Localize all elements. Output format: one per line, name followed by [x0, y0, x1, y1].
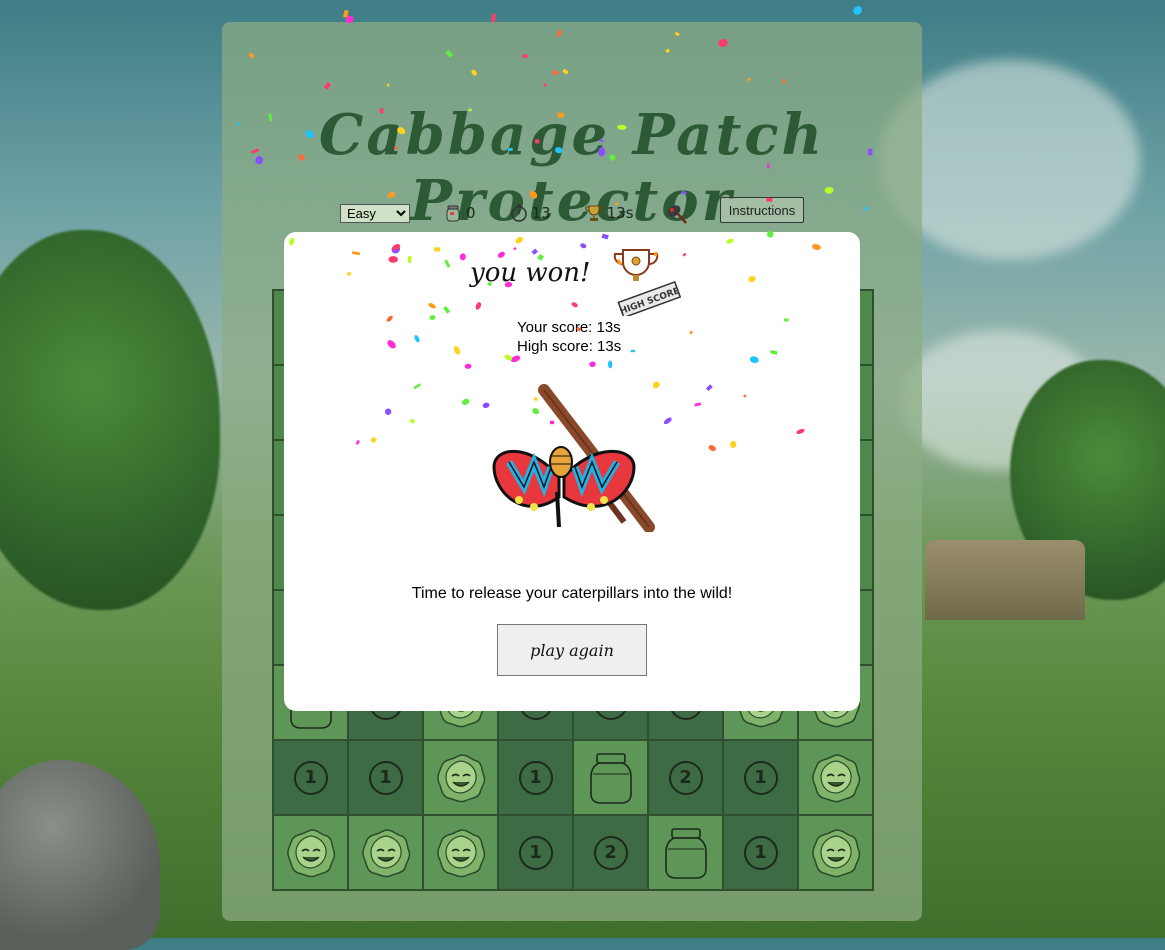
- modal-title: you won!: [470, 258, 591, 288]
- number-cell[interactable]: 2: [573, 815, 648, 890]
- jar-counter: 0: [444, 204, 476, 222]
- release-message: Time to release your caterpillars into t…: [411, 585, 733, 602]
- jar-icon: [664, 827, 707, 879]
- cabbage-cell[interactable]: [423, 815, 498, 890]
- adjacent-count: 1: [743, 760, 778, 795]
- adjacent-count: 1: [518, 760, 553, 795]
- number-cell[interactable]: 1: [498, 815, 573, 890]
- number-cell[interactable]: 1: [723, 815, 798, 890]
- difficulty-select[interactable]: Easy: [340, 203, 410, 223]
- jar-icon: [589, 752, 632, 804]
- cabbage-icon: [361, 828, 410, 877]
- cabbage-cell[interactable]: [423, 740, 498, 815]
- cabbage-icon: [436, 753, 485, 802]
- background-rock: [0, 760, 160, 950]
- adjacent-count: 1: [368, 760, 403, 795]
- cabbage-cell[interactable]: [273, 815, 348, 890]
- background-tree: [1010, 360, 1165, 600]
- cabbage-cell[interactable]: [348, 815, 423, 890]
- number-cell[interactable]: 1: [498, 740, 573, 815]
- net-icon[interactable]: [664, 201, 688, 225]
- adjacent-count: 1: [293, 760, 328, 795]
- timer-value: 13: [531, 204, 551, 222]
- background-hut: [925, 540, 1085, 620]
- background-cloud: [900, 330, 1100, 470]
- number-cell[interactable]: 1: [273, 740, 348, 815]
- adjacent-count: 2: [593, 835, 628, 870]
- confetti-piece: [853, 6, 862, 15]
- high-score: High score: 13s: [517, 338, 622, 355]
- cabbage-icon: [811, 828, 860, 877]
- stopwatch-icon: [510, 204, 527, 222]
- best-time: 13s: [584, 204, 634, 222]
- cabbage-icon: [286, 828, 335, 877]
- timer: 13: [510, 204, 551, 222]
- jar-cell[interactable]: [648, 815, 723, 890]
- adjacent-count: 1: [743, 835, 778, 870]
- win-modal: you won! HIGH SCORE Your score: 13s High…: [284, 232, 860, 711]
- butterfly-illustration: [492, 384, 655, 532]
- jar-icon: [446, 205, 460, 222]
- cabbage-icon: [436, 828, 485, 877]
- score-summary: Your score: 13s High score: 13s: [517, 318, 621, 356]
- background-tree: [0, 230, 220, 610]
- jar-cell[interactable]: [573, 740, 648, 815]
- instructions-button[interactable]: Instructions: [720, 197, 804, 223]
- cabbage-cell[interactable]: [798, 815, 873, 890]
- number-cell[interactable]: 2: [648, 740, 723, 815]
- cabbage-cell[interactable]: [798, 740, 873, 815]
- jar-count: 0: [466, 204, 476, 222]
- adjacent-count: 1: [518, 835, 553, 870]
- adjacent-count: 2: [668, 760, 703, 795]
- play-again-button[interactable]: play again: [497, 624, 647, 676]
- cabbage-icon: [811, 753, 860, 802]
- number-cell[interactable]: 1: [348, 740, 423, 815]
- confetti-piece: [343, 9, 349, 18]
- your-score: Your score: 13s: [517, 319, 621, 336]
- number-cell[interactable]: 1: [723, 740, 798, 815]
- trophy-icon: [584, 205, 603, 221]
- high-score-badge: HIGH SCORE: [613, 249, 682, 316]
- best-time-value: 13s: [606, 204, 634, 222]
